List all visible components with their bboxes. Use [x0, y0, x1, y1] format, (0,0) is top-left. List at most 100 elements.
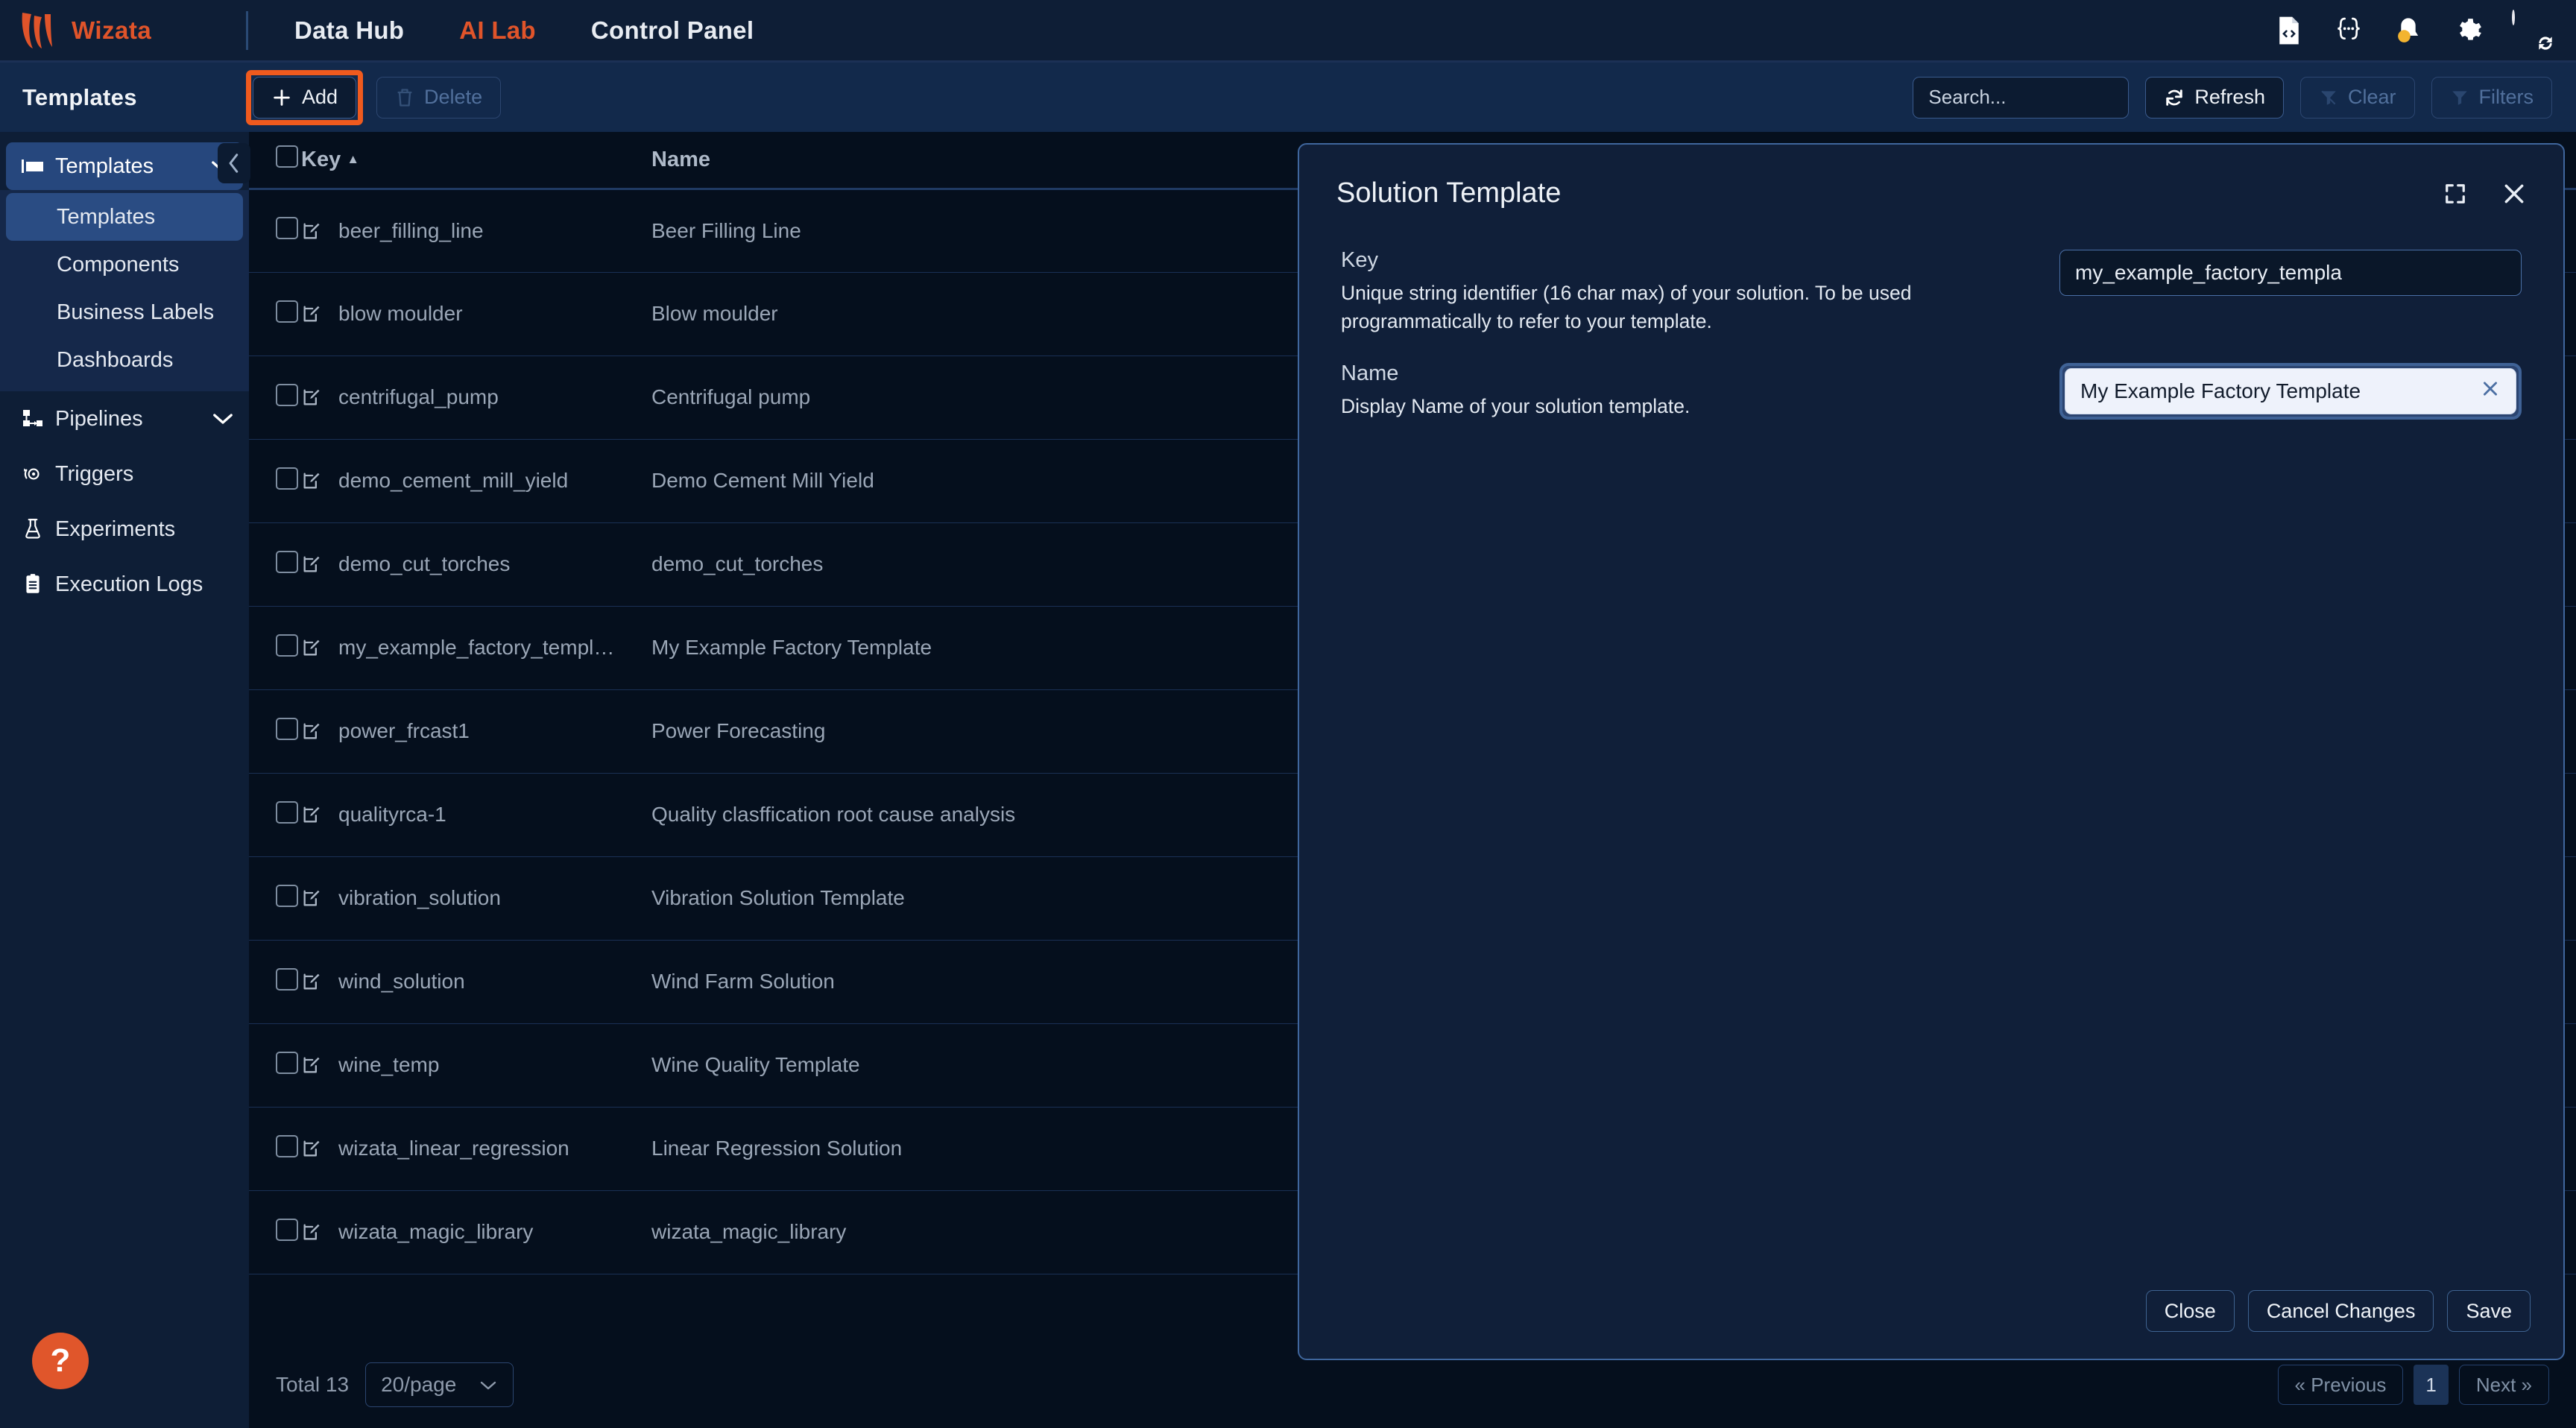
edit-icon[interactable]	[301, 1055, 322, 1075]
edit-icon[interactable]	[301, 888, 322, 909]
edit-icon[interactable]	[301, 804, 322, 825]
add-button-label: Add	[302, 86, 338, 108]
row-checkbox[interactable]	[276, 800, 298, 824]
row-name-text: Linear Regression Solution	[651, 1137, 903, 1160]
delete-button[interactable]: Delete	[376, 76, 502, 119]
row-checkbox[interactable]	[276, 717, 298, 740]
key-input[interactable]	[2059, 250, 2522, 296]
edit-icon[interactable]	[301, 554, 322, 575]
row-key-cell: beer_filling_line	[301, 189, 651, 273]
sidebar-item-experiments[interactable]: Experiments	[0, 502, 249, 557]
sidebar-item-components[interactable]: Components	[0, 241, 249, 288]
row-key-text: centrifugal_pump	[338, 385, 499, 408]
refresh-button[interactable]: Refresh	[2145, 76, 2284, 119]
cancel-changes-button[interactable]: Cancel Changes	[2247, 1290, 2434, 1332]
brand[interactable]: Wizata	[0, 10, 246, 51]
templates-icon	[16, 157, 49, 176]
row-key-cell: demo_cement_mill_yield	[301, 439, 651, 523]
sidebar-item-dashboards[interactable]: Dashboards	[0, 336, 249, 384]
sidebar-item-execution-logs[interactable]: Execution Logs	[0, 557, 249, 612]
row-checkbox[interactable]	[276, 383, 298, 406]
row-checkbox[interactable]	[276, 467, 298, 490]
edit-icon[interactable]	[301, 387, 322, 408]
sidebar-group-templates[interactable]: Templates	[6, 142, 243, 190]
edit-icon[interactable]	[301, 303, 322, 324]
triggers-icon	[16, 464, 49, 484]
nav-item-ai-lab[interactable]: AI Lab	[459, 16, 536, 45]
column-header-name-label: Name	[651, 147, 710, 171]
edit-icon[interactable]	[301, 1138, 322, 1159]
row-select-cell	[249, 940, 301, 1024]
search-input[interactable]	[1913, 76, 2130, 119]
pagination: « Previous 1 Next »	[2277, 1365, 2576, 1405]
code-file-icon[interactable]	[2273, 15, 2305, 46]
help-button[interactable]: ?	[32, 1333, 89, 1389]
edit-icon[interactable]	[301, 1222, 322, 1242]
close-icon[interactable]	[2502, 182, 2526, 206]
nav-item-data-hub[interactable]: Data Hub	[294, 16, 404, 45]
row-checkbox[interactable]	[276, 884, 298, 907]
row-key-cell: my_example_factory_templ…	[301, 606, 651, 690]
field-key-label: Key	[1341, 248, 1378, 272]
page-size-select[interactable]: 20/page	[365, 1362, 514, 1407]
refresh-icon	[2166, 89, 2183, 106]
trash-icon	[397, 88, 412, 107]
row-name-text: Centrifugal pump	[651, 385, 811, 408]
avatar[interactable]	[2512, 9, 2552, 50]
next-page-button[interactable]: Next »	[2458, 1365, 2549, 1405]
field-key: Key Unique string identifier (16 char ma…	[1341, 248, 2522, 336]
row-checkbox[interactable]	[276, 634, 298, 657]
row-key-text: vibration_solution	[338, 886, 501, 909]
close-button[interactable]: Close	[2145, 1290, 2235, 1332]
row-name-text: Wine Quality Template	[651, 1053, 860, 1076]
sidebar-item-templates[interactable]: Templates	[6, 193, 243, 241]
sidebar-item-triggers[interactable]: Triggers	[0, 446, 249, 502]
row-key-cell: vibration_solution	[301, 856, 651, 941]
bell-icon[interactable]	[2393, 15, 2424, 46]
nav-item-control-panel[interactable]: Control Panel	[591, 16, 754, 45]
row-name-text: Blow moulder	[651, 302, 778, 325]
filters-button[interactable]: Filters	[2431, 76, 2552, 119]
row-name-text: Vibration Solution Template	[651, 886, 905, 909]
sidebar-collapse-button[interactable]	[218, 143, 250, 183]
add-button[interactable]: Add	[253, 76, 357, 119]
clear-button[interactable]: Clear	[2299, 76, 2415, 119]
row-select-cell	[249, 773, 301, 857]
row-checkbox[interactable]	[276, 1218, 298, 1241]
sidebar-item-business-labels[interactable]: Business Labels	[0, 288, 249, 336]
name-input[interactable]	[2065, 367, 2516, 414]
edit-icon[interactable]	[301, 971, 322, 992]
column-header-key[interactable]: Key ▲	[301, 132, 651, 190]
total-count: Total 13	[276, 1373, 350, 1396]
previous-page-button[interactable]: « Previous	[2277, 1365, 2404, 1405]
row-name-text: Wind Farm Solution	[651, 970, 835, 993]
expand-icon[interactable]	[2444, 183, 2466, 205]
page-title: Templates	[22, 83, 137, 110]
edit-icon[interactable]	[301, 221, 322, 241]
field-key-description: Unique string identifier (16 char max) o…	[1341, 282, 1912, 333]
clear-icon[interactable]	[2481, 379, 2500, 403]
avatar-image	[2512, 9, 2515, 25]
edit-icon[interactable]	[301, 721, 322, 742]
row-checkbox[interactable]	[276, 217, 298, 239]
edit-icon[interactable]	[301, 637, 322, 658]
gear-icon[interactable]	[2452, 15, 2484, 46]
row-checkbox[interactable]	[276, 550, 298, 573]
field-name-label: Name	[1341, 361, 1399, 385]
switch-account-icon[interactable]	[2536, 34, 2555, 53]
row-checkbox[interactable]	[276, 967, 298, 991]
edit-icon[interactable]	[301, 470, 322, 491]
filters-button-label: Filters	[2478, 86, 2534, 108]
select-all-checkbox[interactable]	[276, 145, 298, 168]
sidebar-item-pipelines[interactable]: Pipelines	[0, 391, 249, 446]
braces-icon[interactable]	[2333, 15, 2364, 46]
row-checkbox[interactable]	[276, 300, 298, 323]
row-checkbox[interactable]	[276, 1134, 298, 1157]
dialog-footer: Close Cancel Changes Save	[2145, 1290, 2531, 1332]
page-number-1[interactable]: 1	[2414, 1365, 2449, 1405]
chevron-down-icon	[212, 411, 249, 426]
row-key-text: wind_solution	[338, 970, 465, 993]
row-key-text: my_example_factory_templ…	[338, 636, 615, 659]
save-button[interactable]: Save	[2447, 1290, 2531, 1332]
row-checkbox[interactable]	[276, 1051, 298, 1074]
